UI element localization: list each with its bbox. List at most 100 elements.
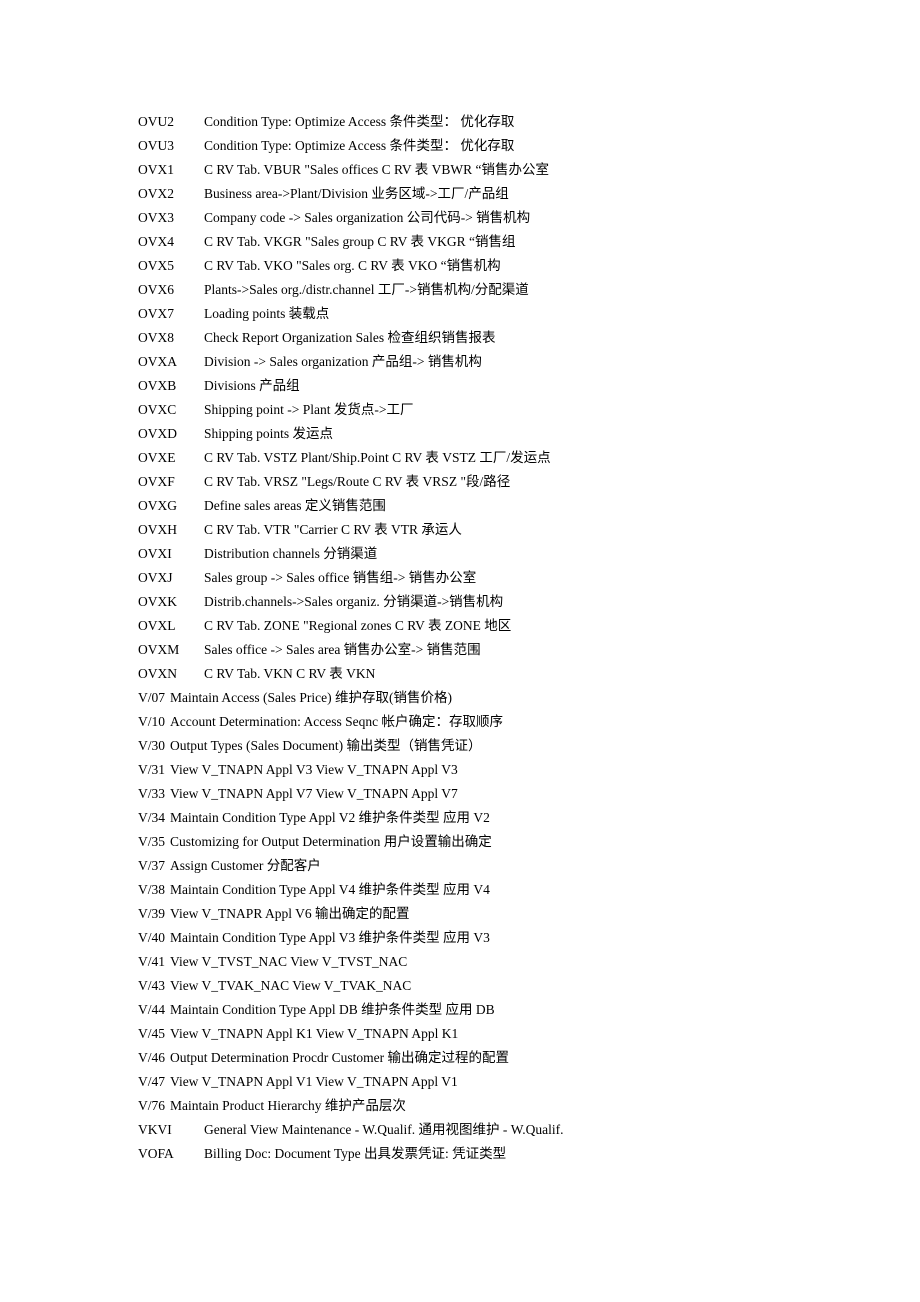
transaction-code-row: OVX3 Company code -> Sales organization 公…	[138, 206, 920, 230]
transaction-code-row: OVX8 Check Report Organization Sales 检查组织…	[138, 326, 920, 350]
transaction-code-row: V/33 View V_TNAPN Appl V7 View V_TNAPN Ap…	[138, 782, 920, 806]
transaction-code: V/30	[138, 738, 165, 753]
transaction-code: OVX6	[138, 282, 174, 297]
transaction-code-row: V/38 Maintain Condition Type Appl V4 维护条件…	[138, 878, 920, 902]
transaction-code-row: VOFA Billing Doc: Document Type 出具发票凭证: 凭…	[138, 1142, 920, 1166]
transaction-code: V/31	[138, 762, 165, 777]
transaction-code: V/07	[138, 690, 165, 705]
transaction-code: OVX1	[138, 162, 174, 177]
transaction-description: Condition Type: Optimize Access 条件类型： 优化…	[204, 114, 515, 129]
transaction-code-row: OVXC Shipping point -> Plant 发货点->工厂	[138, 398, 920, 422]
transaction-code: V/45	[138, 1026, 165, 1041]
transaction-code-list: OVU2 Condition Type: Optimize Access 条件类型…	[138, 110, 920, 1166]
transaction-description: C RV Tab. VTR "Carrier C RV 表 VTR 承运人	[204, 522, 462, 537]
transaction-description: Division -> Sales organization 产品组-> 销售机…	[204, 354, 482, 369]
transaction-code: V/40	[138, 930, 165, 945]
transaction-description: View V_TVST_NAC View V_TVST_NAC	[170, 954, 408, 969]
transaction-code: OVX7	[138, 306, 174, 321]
transaction-code-row: OVXJ Sales group -> Sales office 销售组-> 销售…	[138, 566, 920, 590]
transaction-code: OVXN	[138, 666, 177, 681]
transaction-description: Output Types (Sales Document) 输出类型（销售凭证）	[170, 738, 482, 753]
transaction-code: V/38	[138, 882, 165, 897]
transaction-code-row: OVXK Distrib.channels->Sales organiz. 分销渠…	[138, 590, 920, 614]
transaction-code-row: V/76 Maintain Product Hierarchy 维护产品层次	[138, 1094, 920, 1118]
transaction-code-row: OVU2 Condition Type: Optimize Access 条件类型…	[138, 110, 920, 134]
transaction-code: V/43	[138, 978, 165, 993]
transaction-code: OVU3	[138, 138, 174, 153]
transaction-description: Maintain Access (Sales Price) 维护存取(销售价格)	[170, 690, 452, 705]
transaction-code: V/10	[138, 714, 165, 729]
transaction-code: OVXE	[138, 450, 176, 465]
transaction-code: OVXI	[138, 546, 172, 561]
transaction-code: OVU2	[138, 114, 174, 129]
transaction-code-row: OVXA Division -> Sales organization 产品组->…	[138, 350, 920, 374]
transaction-code: V/76	[138, 1098, 165, 1113]
transaction-description: View V_TNAPN Appl V3 View V_TNAPN Appl V…	[170, 762, 458, 777]
transaction-code: V/41	[138, 954, 165, 969]
transaction-code: VOFA	[138, 1146, 174, 1161]
transaction-code: V/47	[138, 1074, 165, 1089]
transaction-code: V/46	[138, 1050, 165, 1065]
transaction-code-row: V/39 View V_TNAPR Appl V6 输出确定的配置	[138, 902, 920, 926]
transaction-code: V/33	[138, 786, 165, 801]
transaction-code: OVXC	[138, 402, 177, 417]
transaction-code: OVX2	[138, 186, 174, 201]
transaction-description: View V_TNAPN Appl V1 View V_TNAPN Appl V…	[170, 1074, 458, 1089]
transaction-code-row: V/37 Assign Customer 分配客户	[138, 854, 920, 878]
transaction-code: OVX4	[138, 234, 174, 249]
transaction-description: Plants->Sales org./distr.channel 工厂->销售机…	[204, 282, 529, 297]
transaction-code: OVXG	[138, 498, 177, 513]
transaction-description: Assign Customer 分配客户	[170, 858, 321, 873]
transaction-description: Customizing for Output Determination 用户设…	[170, 834, 492, 849]
transaction-code-row: OVU3 Condition Type: Optimize Access 条件类型…	[138, 134, 920, 158]
transaction-code: V/35	[138, 834, 165, 849]
transaction-code-row: OVX4 C RV Tab. VKGR "Sales group C RV 表 V…	[138, 230, 920, 254]
transaction-description: Condition Type: Optimize Access 条件类型： 优化…	[204, 138, 515, 153]
transaction-description: Company code -> Sales organization 公司代码-…	[204, 210, 531, 225]
transaction-description: C RV Tab. VSTZ Plant/Ship.Point C RV 表 V…	[204, 450, 551, 465]
transaction-code: OVXJ	[138, 570, 173, 585]
transaction-description: Shipping point -> Plant 发货点->工厂	[204, 402, 414, 417]
transaction-code-row: V/41 View V_TVST_NAC View V_TVST_NAC	[138, 950, 920, 974]
transaction-description: Sales group -> Sales office 销售组-> 销售办公室	[204, 570, 477, 585]
document-page: OVU2 Condition Type: Optimize Access 条件类型…	[0, 0, 920, 1302]
transaction-description: Maintain Product Hierarchy 维护产品层次	[170, 1098, 406, 1113]
transaction-code-row: V/07 Maintain Access (Sales Price) 维护存取(销…	[138, 686, 920, 710]
transaction-code-row: OVXI Distribution channels 分销渠道	[138, 542, 920, 566]
transaction-code-row: VKVI General View Maintenance - W.Qualif.…	[138, 1118, 920, 1142]
transaction-code-row: OVXG Define sales areas 定义销售范围	[138, 494, 920, 518]
transaction-code-row: V/40 Maintain Condition Type Appl V3 维护条件…	[138, 926, 920, 950]
transaction-code-row: V/35 Customizing for Output Determination…	[138, 830, 920, 854]
transaction-code-row: V/45 View V_TNAPN Appl K1 View V_TNAPN Ap…	[138, 1022, 920, 1046]
transaction-code-row: OVXN C RV Tab. VKN C RV 表 VKN	[138, 662, 920, 686]
transaction-code: OVXD	[138, 426, 177, 441]
transaction-description: Maintain Condition Type Appl DB 维护条件类型 应…	[170, 1002, 495, 1017]
transaction-description: Maintain Condition Type Appl V3 维护条件类型 应…	[170, 930, 490, 945]
transaction-code-row: OVXD Shipping points 发运点	[138, 422, 920, 446]
transaction-code: VKVI	[138, 1122, 172, 1137]
transaction-description: View V_TNAPN Appl V7 View V_TNAPN Appl V…	[170, 786, 458, 801]
transaction-description: View V_TVAK_NAC View V_TVAK_NAC	[170, 978, 412, 993]
transaction-description: Maintain Condition Type Appl V2 维护条件类型 应…	[170, 810, 490, 825]
transaction-code-row: V/31 View V_TNAPN Appl V3 View V_TNAPN Ap…	[138, 758, 920, 782]
transaction-description: Loading points 装载点	[204, 306, 330, 321]
transaction-code: V/37	[138, 858, 165, 873]
transaction-code: OVX8	[138, 330, 174, 345]
transaction-code: V/34	[138, 810, 165, 825]
transaction-code-row: V/46 Output Determination Procdr Customer…	[138, 1046, 920, 1070]
transaction-description: General View Maintenance - W.Qualif. 通用视…	[204, 1122, 564, 1137]
transaction-description: Divisions 产品组	[204, 378, 300, 393]
transaction-description: C RV Tab. VRSZ "Legs/Route C RV 表 VRSZ "…	[204, 474, 511, 489]
transaction-code: OVX5	[138, 258, 174, 273]
transaction-code-row: OVXH C RV Tab. VTR "Carrier C RV 表 VTR 承运…	[138, 518, 920, 542]
transaction-code-row: V/43 View V_TVAK_NAC View V_TVAK_NAC	[138, 974, 920, 998]
transaction-description: Shipping points 发运点	[204, 426, 334, 441]
transaction-code-row: V/47 View V_TNAPN Appl V1 View V_TNAPN Ap…	[138, 1070, 920, 1094]
transaction-code: OVX3	[138, 210, 174, 225]
transaction-code: OVXK	[138, 594, 177, 609]
transaction-description: Maintain Condition Type Appl V4 维护条件类型 应…	[170, 882, 490, 897]
transaction-code: V/39	[138, 906, 165, 921]
transaction-description: Distrib.channels->Sales organiz. 分销渠道->销…	[204, 594, 504, 609]
transaction-description: View V_TNAPR Appl V6 输出确定的配置	[170, 906, 410, 921]
transaction-description: C RV Tab. VKGR "Sales group C RV 表 VKGR …	[204, 234, 516, 249]
